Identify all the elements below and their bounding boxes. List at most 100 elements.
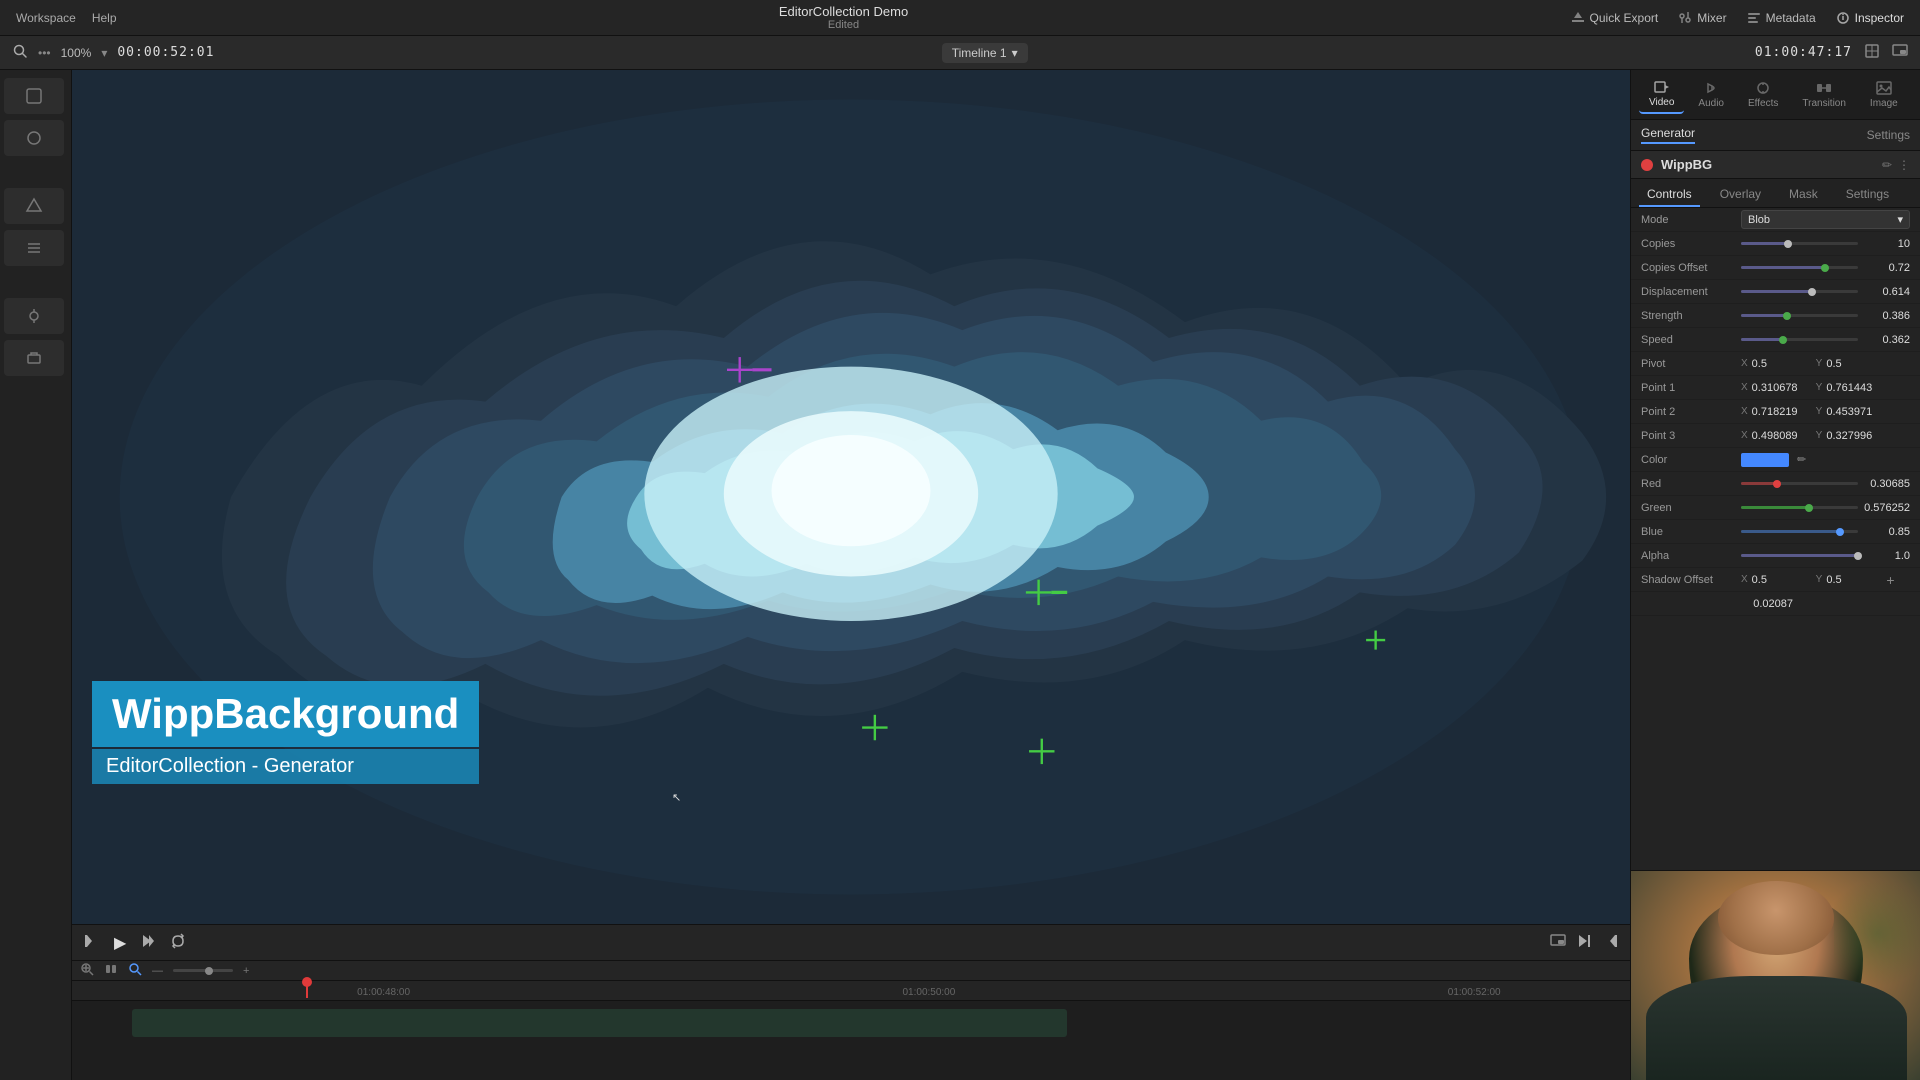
sidebar-btn-6[interactable] bbox=[4, 340, 64, 376]
ctrl-tab-controls[interactable]: Controls bbox=[1639, 183, 1700, 207]
inspector-tab-row: Video Audio Effects Transition Image Fil… bbox=[1631, 70, 1920, 120]
loop-button[interactable] bbox=[170, 933, 186, 952]
main-content: ↖ WippBackground EditorCollection - Gene… bbox=[0, 70, 1920, 1080]
ctrl-tab-mask[interactable]: Mask bbox=[1781, 183, 1826, 207]
ctrl-tab-settings[interactable]: Settings bbox=[1838, 183, 1897, 207]
prop-shadow-y-val[interactable]: 0.5 bbox=[1826, 574, 1886, 586]
prop-alpha-track[interactable] bbox=[1741, 554, 1858, 557]
prop-speed-value: 0.362 bbox=[1858, 334, 1910, 346]
plugin-edit-icon[interactable]: ✏ bbox=[1882, 158, 1892, 172]
playback-controls-right bbox=[1550, 933, 1618, 952]
playhead-handle[interactable] bbox=[302, 977, 312, 987]
prop-strength-track[interactable] bbox=[1741, 314, 1858, 317]
prop-green-slider-area bbox=[1741, 506, 1858, 509]
prop-shadow-x-val[interactable]: 0.5 bbox=[1752, 574, 1812, 586]
prop-point2-x-val[interactable]: 0.718219 bbox=[1752, 406, 1812, 418]
prop-copies-offset-track[interactable] bbox=[1741, 266, 1858, 269]
sidebar-btn-2[interactable] bbox=[4, 120, 64, 156]
next-frame-button[interactable] bbox=[1576, 933, 1592, 952]
sidebar-btn-5[interactable] bbox=[4, 298, 64, 334]
playhead[interactable] bbox=[306, 981, 308, 998]
mixer-icon bbox=[1678, 11, 1692, 25]
timeline-selector[interactable]: Timeline 1 ▾ bbox=[942, 43, 1028, 63]
inspector-panel: Video Audio Effects Transition Image Fil… bbox=[1630, 70, 1920, 1080]
sidebar-btn-4[interactable] bbox=[4, 230, 64, 266]
ctrl-tab-overlay[interactable]: Overlay bbox=[1712, 183, 1769, 207]
prop-extra-val: 0.02087 bbox=[1741, 598, 1793, 610]
timeline-zoom-plus-icon[interactable]: + bbox=[243, 965, 249, 977]
sidebar-btn-1[interactable] bbox=[4, 78, 64, 114]
pip-toggle-button[interactable] bbox=[1550, 933, 1566, 952]
prop-green: Green 0.576252 bbox=[1631, 496, 1920, 520]
tab-video[interactable]: Video bbox=[1639, 75, 1684, 114]
prop-green-label: Green bbox=[1641, 502, 1741, 514]
zoom-level[interactable]: 100% bbox=[61, 46, 92, 60]
prop-point1-x-val[interactable]: 0.310678 bbox=[1752, 382, 1812, 394]
mixer-button[interactable]: Mixer bbox=[1678, 11, 1726, 25]
help-menu[interactable]: Help bbox=[92, 11, 117, 25]
export-icon bbox=[1571, 11, 1585, 25]
prop-alpha-slider-area bbox=[1741, 554, 1858, 557]
prop-speed-track[interactable] bbox=[1741, 338, 1858, 341]
inspector-button[interactable]: Inspector bbox=[1836, 11, 1904, 25]
more-options-icon[interactable]: ••• bbox=[38, 46, 51, 60]
prop-point1-xy: X 0.310678 Y 0.761443 bbox=[1741, 382, 1886, 394]
prop-blue-track[interactable] bbox=[1741, 530, 1858, 533]
tab-image[interactable]: Image bbox=[1860, 76, 1908, 113]
prop-point3-y-val[interactable]: 0.327996 bbox=[1826, 430, 1886, 442]
skip-forward-button[interactable] bbox=[140, 933, 156, 952]
image-tab-icon bbox=[1876, 80, 1892, 96]
prop-pivot-x-val[interactable]: 0.5 bbox=[1752, 358, 1812, 370]
prop-shadow-add-icon[interactable]: + bbox=[1886, 572, 1894, 588]
prop-alpha-value: 1.0 bbox=[1858, 550, 1910, 562]
workspace-menu[interactable]: Workspace bbox=[16, 11, 76, 25]
timeline-zoom-icon-active[interactable] bbox=[128, 962, 142, 979]
tab-effects[interactable]: Effects bbox=[1738, 76, 1788, 113]
timeline-tracks bbox=[72, 1001, 1630, 1045]
prop-point1-y-val[interactable]: 0.761443 bbox=[1826, 382, 1886, 394]
timeline-track-1[interactable] bbox=[132, 1009, 1067, 1037]
pip-icon[interactable] bbox=[1892, 43, 1908, 62]
timeline-snap-icon[interactable] bbox=[104, 962, 118, 979]
prop-point3-x-val[interactable]: 0.498089 bbox=[1752, 430, 1812, 442]
search-icon[interactable] bbox=[12, 43, 28, 62]
transform-icon[interactable] bbox=[1864, 43, 1880, 62]
prop-green-track[interactable] bbox=[1741, 506, 1858, 509]
prop-color-swatch[interactable] bbox=[1741, 453, 1789, 467]
zoom-track[interactable] bbox=[173, 969, 233, 972]
prop-copies-offset-label: Copies Offset bbox=[1641, 262, 1741, 274]
tab-transition[interactable]: Transition bbox=[1792, 76, 1856, 113]
timeline-zoom-minus-icon[interactable]: — bbox=[152, 965, 163, 977]
viewer-canvas[interactable]: ↖ WippBackground EditorCollection - Gene… bbox=[72, 70, 1630, 924]
rewind-to-start-button[interactable] bbox=[84, 933, 100, 952]
quick-export-button[interactable]: Quick Export bbox=[1571, 11, 1659, 25]
end-button[interactable] bbox=[1602, 933, 1618, 952]
play-button[interactable]: ▶ bbox=[114, 933, 126, 953]
prop-strength-slider-area bbox=[1741, 314, 1858, 317]
zoom-handle[interactable] bbox=[205, 967, 213, 975]
timecode-right: 01:00:47:17 bbox=[1755, 45, 1852, 60]
prop-point3: Point 3 X 0.498089 Y 0.327996 bbox=[1631, 424, 1920, 448]
prop-color-edit-icon[interactable]: ✏ bbox=[1797, 453, 1806, 466]
prop-red-track[interactable] bbox=[1741, 482, 1858, 485]
prop-copies-offset: Copies Offset 0.72 bbox=[1631, 256, 1920, 280]
settings-label[interactable]: Settings bbox=[1867, 128, 1910, 142]
metadata-button[interactable]: Metadata bbox=[1747, 11, 1816, 25]
tab-audio[interactable]: Audio bbox=[1688, 76, 1734, 113]
prop-pivot-y-val[interactable]: 0.5 bbox=[1826, 358, 1886, 370]
timeline-zoom-in-icon[interactable] bbox=[80, 962, 94, 979]
prop-copies-track[interactable] bbox=[1741, 242, 1858, 245]
inspector-section-header: Generator Settings bbox=[1631, 120, 1920, 151]
timeline-dropdown-icon: ▾ bbox=[1012, 46, 1018, 60]
plugin-menu-icon[interactable]: ⋮ bbox=[1898, 158, 1910, 172]
timeline-area: — + 01:00:48:00 01:00:50:00 bbox=[72, 960, 1630, 1080]
prop-mode-dropdown[interactable]: Blob ▾ bbox=[1741, 210, 1910, 229]
sidebar-btn-3[interactable] bbox=[4, 188, 64, 224]
prop-alpha: Alpha 1.0 bbox=[1631, 544, 1920, 568]
prop-point2-y-val[interactable]: 0.453971 bbox=[1826, 406, 1886, 418]
prop-copies: Copies 10 bbox=[1631, 232, 1920, 256]
generator-label[interactable]: Generator bbox=[1641, 126, 1695, 144]
prop-displacement-track[interactable] bbox=[1741, 290, 1858, 293]
tab-file[interactable]: File bbox=[1912, 76, 1920, 113]
prop-blue-slider-area bbox=[1741, 530, 1858, 533]
